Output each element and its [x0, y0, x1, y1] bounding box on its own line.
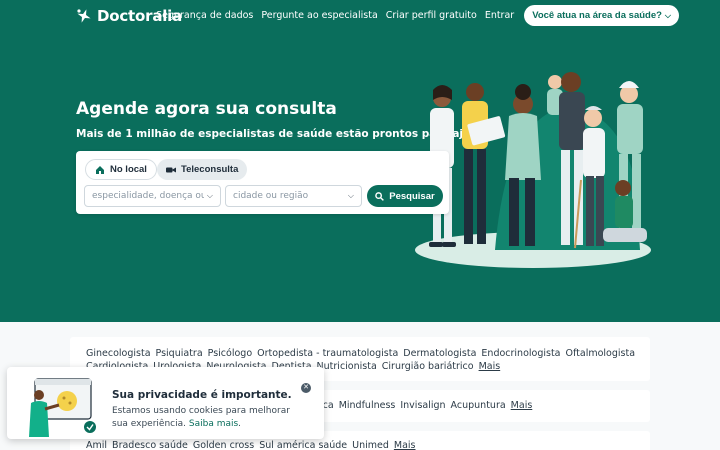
- tab-teleconsultation-label: Teleconsulta: [181, 164, 239, 175]
- insurer-link[interactable]: Unimed: [352, 439, 389, 450]
- insurers-more-link[interactable]: Mais: [394, 439, 416, 450]
- treatments-more-link[interactable]: Mais: [511, 399, 533, 412]
- specialty-link[interactable]: Ginecologista: [86, 347, 151, 360]
- health-professional-label: Você atua na área da saúde?: [532, 10, 662, 21]
- treatments-list: ica Mindfulness Invisalign Acupuntura Ma…: [320, 399, 638, 412]
- insurer-link[interactable]: Amil: [86, 439, 107, 450]
- search-card: No local Teleconsulta ⌵ ⌵ Pesquisar: [76, 151, 449, 214]
- insurer-link[interactable]: Sul américa saúde: [259, 439, 347, 450]
- nav-link-seguranca[interactable]: Segurança de dados: [156, 10, 253, 21]
- tab-in-person[interactable]: No local: [85, 159, 157, 180]
- specialty-link[interactable]: Endocrinologista: [481, 347, 560, 360]
- specialty-input[interactable]: [92, 191, 204, 201]
- hero-title: Agende agora sua consulta: [76, 99, 337, 119]
- nav-link-pergunte[interactable]: Pergunte ao especialista: [261, 10, 377, 21]
- privacy-illustration: [29, 378, 96, 437]
- chevron-down-icon: ⌵: [664, 10, 671, 20]
- search-button-label: Pesquisar: [389, 190, 435, 202]
- clinic-icon: [96, 165, 104, 174]
- health-professional-button[interactable]: Você atua na área da saúde? ⌵: [524, 5, 679, 26]
- specialty-link[interactable]: Psicólogo: [208, 347, 252, 360]
- cookie-link-suffix: .: [238, 418, 242, 429]
- search-button[interactable]: Pesquisar: [367, 185, 443, 207]
- insurers-list: Amil Bradesco saúde Golden cross Sul amé…: [86, 439, 638, 450]
- specialty-link[interactable]: Dermatologista: [403, 347, 476, 360]
- cookie-learn-more-link[interactable]: Saiba mais: [189, 419, 238, 429]
- navbar: Doctoralia Segurança de dados Pergunte a…: [0, 0, 720, 32]
- city-field[interactable]: ⌵: [225, 185, 362, 207]
- cookie-banner: Sua privacidade é importante. Estamos us…: [7, 367, 324, 439]
- treatment-link[interactable]: Mindfulness: [339, 399, 396, 412]
- chevron-down-icon: ⌵: [347, 191, 354, 200]
- specialty-link[interactable]: Psiquiatra: [156, 347, 203, 360]
- specialties-more-link[interactable]: Mais: [479, 360, 501, 373]
- doctoralia-logo-icon: [77, 9, 91, 23]
- specialty-link[interactable]: Oftalmologista: [566, 347, 636, 360]
- specialty-link[interactable]: Cirurgião bariátrico: [382, 360, 474, 373]
- cookie-title: Sua privacidade é importante.: [112, 389, 292, 401]
- hero-section: Doctoralia Segurança de dados Pergunte a…: [0, 0, 720, 322]
- nav-link-criar-perfil[interactable]: Criar perfil gratuito: [386, 10, 477, 21]
- tab-in-person-label: No local: [110, 164, 147, 175]
- specialty-link[interactable]: Nutricionista: [317, 360, 377, 373]
- close-icon[interactable]: ✕: [301, 383, 311, 393]
- nav-links: Segurança de dados Pergunte ao especiali…: [156, 5, 679, 26]
- insurer-link[interactable]: Bradesco saúde: [112, 439, 188, 450]
- insurer-link[interactable]: Golden cross: [193, 439, 254, 450]
- treatment-link[interactable]: Invisalign: [400, 399, 445, 412]
- cookie-text: Estamos usando cookies para melhorar sua…: [112, 405, 302, 430]
- specialty-link[interactable]: Ortopedista - traumatologista: [257, 347, 398, 360]
- chevron-down-icon: ⌵: [206, 191, 213, 200]
- video-camera-icon: [166, 167, 176, 172]
- search-icon: [375, 191, 385, 201]
- nav-link-entrar[interactable]: Entrar: [485, 10, 514, 21]
- tab-teleconsultation[interactable]: Teleconsulta: [157, 159, 248, 180]
- city-input[interactable]: [233, 191, 345, 201]
- specialty-field[interactable]: ⌵: [84, 185, 221, 207]
- treatment-link[interactable]: Acupuntura: [451, 399, 506, 412]
